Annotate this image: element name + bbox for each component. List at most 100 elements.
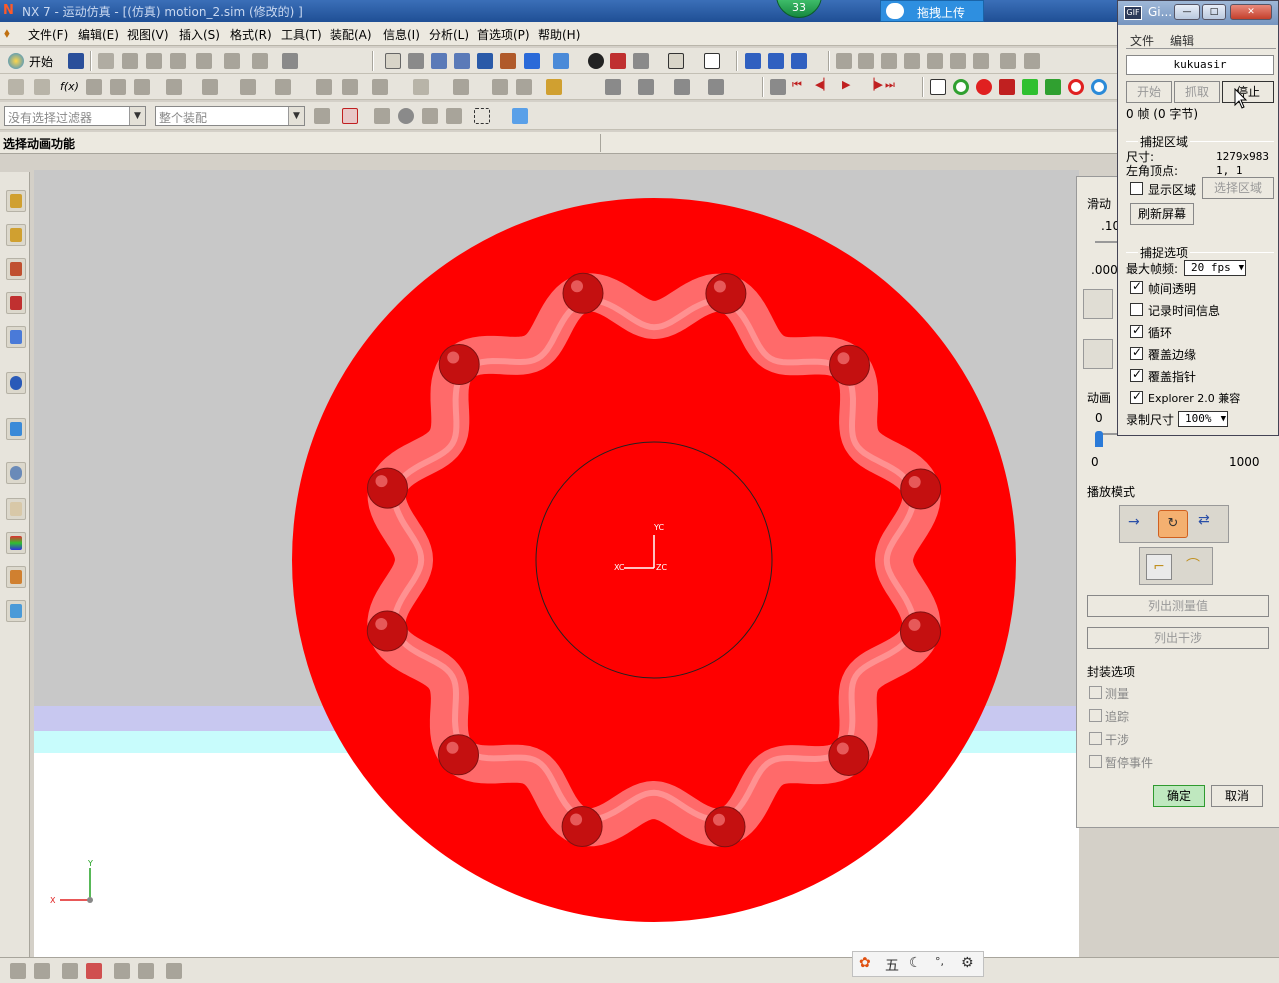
measure-icon[interactable] <box>638 79 654 95</box>
capture-button[interactable]: 抓取 <box>1174 81 1220 103</box>
intersection-icon[interactable] <box>927 53 943 69</box>
damper-icon[interactable] <box>134 79 150 95</box>
list-interference-button[interactable]: 列出干涉 <box>1087 627 1269 649</box>
explorer-compat-checkbox[interactable] <box>1130 389 1143 404</box>
upload-button[interactable]: 拖拽上传 <box>880 0 984 22</box>
record-size-dropdown[interactable]: 100% ▼ <box>1178 411 1228 427</box>
cover-pointer-checkbox[interactable] <box>1130 367 1143 382</box>
articulation-icon[interactable] <box>413 79 429 95</box>
solve-icon[interactable] <box>372 79 388 95</box>
gear-icon[interactable]: ⚙ <box>961 955 974 971</box>
refresh-screen-button[interactable]: 刷新屏幕 <box>1130 203 1194 225</box>
part-navigator-tab[interactable] <box>6 258 26 280</box>
arc-center-icon[interactable] <box>950 53 966 69</box>
status-tool-3-icon[interactable] <box>62 963 78 979</box>
selection-filter-dropdown[interactable]: 没有选择过滤器 ▼ <box>4 106 146 126</box>
snap-point-icon[interactable] <box>342 108 358 124</box>
max-fps-dropdown[interactable]: 20 fps ▼ <box>1184 260 1246 276</box>
layer-icon[interactable] <box>224 53 240 69</box>
rotate-icon[interactable] <box>477 53 493 69</box>
save-icon[interactable] <box>68 53 84 69</box>
capture-icon[interactable] <box>999 79 1015 95</box>
force-icon[interactable] <box>202 79 218 95</box>
mpg-icon[interactable] <box>1022 79 1038 95</box>
filter-settings-icon[interactable] <box>314 108 330 124</box>
interference-icon[interactable] <box>516 79 532 95</box>
stop-button[interactable]: 停止 <box>1222 81 1274 103</box>
palette-tab[interactable] <box>6 532 26 554</box>
menu-view[interactable]: 视图(V) <box>127 26 169 43</box>
packaging-icon[interactable] <box>674 79 690 95</box>
menu-insert[interactable]: 插入(S) <box>179 26 220 43</box>
show-area-checkbox[interactable] <box>1130 182 1143 195</box>
gif-menu-file[interactable]: 文件 <box>1130 32 1154 49</box>
edge-icon[interactable] <box>610 53 626 69</box>
assembly-navigator-tab[interactable] <box>6 190 26 212</box>
animation-control-icon[interactable] <box>770 79 786 95</box>
status-tool-2-icon[interactable] <box>34 963 50 979</box>
explode-icon[interactable] <box>492 79 508 95</box>
cut-icon[interactable] <box>98 53 114 69</box>
constraint-navigator-tab[interactable] <box>6 224 26 246</box>
moon-icon[interactable]: ☾ <box>909 955 922 971</box>
function-icon[interactable]: f(x) <box>60 80 79 93</box>
menu-help[interactable]: 帮助(H) <box>538 26 580 43</box>
ime-mode-label[interactable]: 五 <box>885 955 899 975</box>
select-body-icon[interactable] <box>446 108 462 124</box>
cancel-button[interactable]: 取消 <box>1211 785 1263 807</box>
stop-icon[interactable] <box>1091 79 1107 95</box>
ping-pong-icon[interactable]: ⇄ <box>1198 512 1210 528</box>
punctuation-icon[interactable]: °, <box>935 955 944 968</box>
torque-icon[interactable] <box>240 79 256 95</box>
menu-tools[interactable]: 工具(T) <box>281 26 322 43</box>
menu-analysis[interactable]: 分析(L) <box>429 26 469 43</box>
solver-icon[interactable] <box>342 79 358 95</box>
select-face-icon[interactable] <box>398 108 414 124</box>
loop-icon[interactable]: ↻ <box>1158 510 1188 538</box>
wcs-origin-icon[interactable] <box>768 53 784 69</box>
motion-navigator-tab[interactable] <box>6 292 26 314</box>
class-icon[interactable] <box>252 53 268 69</box>
record-icon[interactable] <box>953 79 969 95</box>
finish-icon[interactable] <box>1068 79 1084 95</box>
menu-edit[interactable]: 编辑(E) <box>78 26 119 43</box>
menu-assemblies[interactable]: 装配(A) <box>330 26 372 43</box>
paw-icon[interactable]: ✿ <box>859 955 871 971</box>
select-edge-icon[interactable] <box>422 108 438 124</box>
menu-preferences[interactable]: 首选项(P) <box>477 26 530 43</box>
shaded-icon[interactable] <box>553 53 569 69</box>
copy-icon[interactable] <box>122 53 138 69</box>
contact-icon[interactable] <box>166 79 182 95</box>
spring-icon[interactable] <box>110 79 126 95</box>
play-icon[interactable]: ▶ <box>842 78 850 91</box>
select-area-button[interactable]: 选择区域 <box>1202 177 1274 199</box>
interference-checkbox[interactable] <box>1089 732 1102 745</box>
play-control-button[interactable] <box>1083 339 1113 369</box>
list-measurements-button[interactable]: 列出测量值 <box>1087 595 1269 617</box>
trace-icon[interactable] <box>453 79 469 95</box>
render-style-icon[interactable] <box>588 53 604 69</box>
step-back-button[interactable] <box>1083 289 1113 319</box>
status-tool-1-icon[interactable] <box>10 963 26 979</box>
wcs-dynamic-icon[interactable] <box>791 53 807 69</box>
midpoint-icon[interactable] <box>881 53 897 69</box>
status-tool-7-icon[interactable] <box>166 963 182 979</box>
paste-icon[interactable] <box>146 53 162 69</box>
graphics-window[interactable]: YC XC ZC Y X <box>34 170 1079 957</box>
trace-icon[interactable]: ⌐ <box>1146 554 1172 580</box>
close-icon[interactable]: ✕ <box>1230 4 1272 20</box>
status-tool-5-icon[interactable] <box>114 963 130 979</box>
step-forward-icon[interactable]: ▕▶ <box>866 78 883 91</box>
fit-icon[interactable] <box>385 53 401 69</box>
zoom-window-icon[interactable] <box>408 53 424 69</box>
sensor-icon[interactable] <box>316 79 332 95</box>
rewind-icon[interactable]: ⏮ <box>792 78 802 92</box>
roles-tab[interactable] <box>6 566 26 588</box>
magnify-icon[interactable] <box>454 53 470 69</box>
background-icon[interactable] <box>704 53 720 69</box>
start-record-button[interactable]: 开始 <box>1126 81 1172 103</box>
measure-checkbox[interactable] <box>1089 686 1102 699</box>
link-icon[interactable] <box>34 79 50 95</box>
explode-path-icon[interactable]: ⌒ <box>1180 554 1206 580</box>
reuse-library-tab[interactable] <box>6 326 26 348</box>
